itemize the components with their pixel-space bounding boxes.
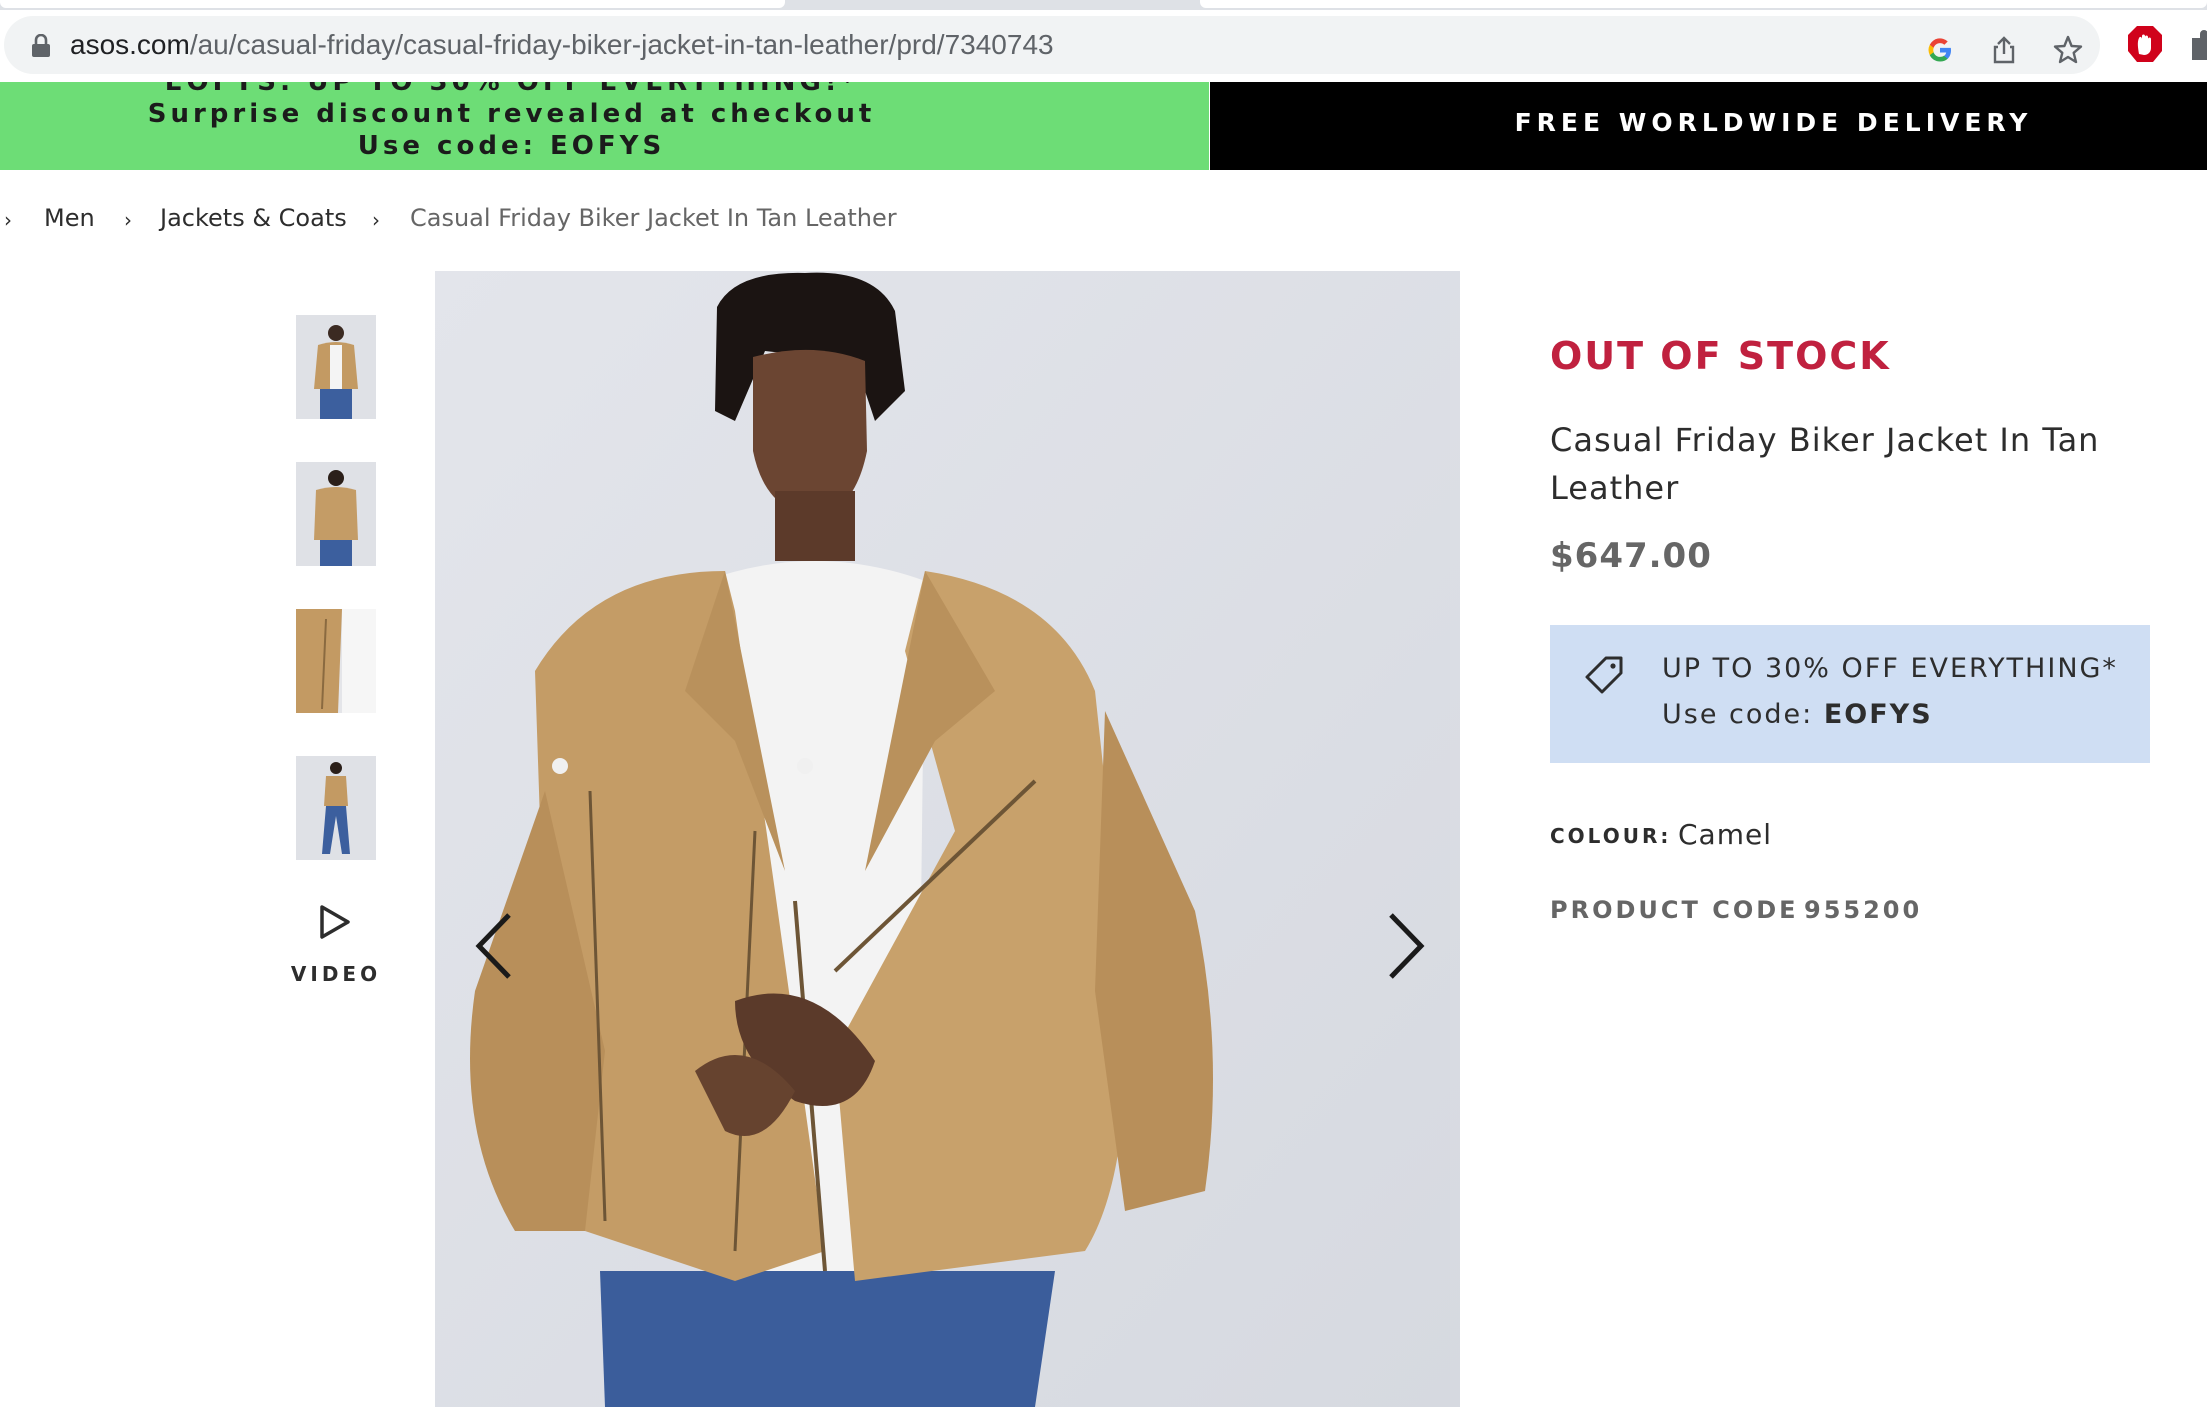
stock-status: OUT OF STOCK [1550,334,1891,378]
product-price: $647.00 [1550,536,1712,576]
promo-line-1: EOFYS: UP TO 30% OFF EVERYTHING!* [164,82,859,97]
breadcrumb-jackets-coats[interactable]: Jackets & Coats [160,204,347,232]
colour-label: COLOUR: [1550,824,1672,848]
previous-image-icon[interactable] [471,911,515,981]
address-bar[interactable]: asos.com/au/casual-friday/casual-friday-… [4,16,2100,74]
colour-value: Camel [1678,818,1772,851]
product-photo [435,271,1460,1407]
play-icon[interactable] [318,904,352,940]
bookmark-star-icon[interactable] [2052,34,2084,66]
promo-line-2: Surprise discount revealed at checkout [147,99,876,129]
video-label[interactable]: VIDEO [280,962,392,986]
thumbnail-detail[interactable] [296,609,376,713]
lock-icon[interactable] [30,34,52,58]
url-text[interactable]: asos.com/au/casual-friday/casual-friday-… [70,29,1054,61]
browser-tab-strip [0,0,2207,10]
promo-message-line-1: UP TO 30% OFF EVERYTHING* [1662,653,2118,684]
product-code-value: 955200 [1804,896,1923,924]
browser-tab[interactable] [1200,0,2207,8]
promo-message-line-2: Use code: EOFYS [1662,699,1933,730]
thumbnail-front[interactable] [296,315,376,419]
browser-tab[interactable] [0,0,785,8]
browser-toolbar: asos.com/au/casual-friday/casual-friday-… [0,10,2207,82]
next-image-icon[interactable] [1385,911,1429,981]
breadcrumb-separator: › [4,208,12,232]
thumbnail-back[interactable] [296,462,376,566]
google-lens-icon[interactable] [1924,34,1956,66]
breadcrumb-separator: › [124,208,132,232]
adblock-extension-icon[interactable] [2126,24,2164,64]
url-path: /au/casual-friday/casual-friday-biker-ja… [189,29,1054,60]
promo-code: EOFYS [1823,699,1933,730]
product-title: Casual Friday Biker Jacket In Tan Leathe… [1550,421,2100,507]
free-delivery-text: FREE WORLDWIDE DELIVERY [1514,108,2033,137]
promo-banner-right[interactable]: FREE WORLDWIDE DELIVERY [1210,82,2207,170]
tag-icon [1585,656,1623,694]
promo-banner-left[interactable]: EOFYS: UP TO 30% OFF EVERYTHING!* Surpri… [0,82,1209,170]
promo-line-3: Use code: EOFYS [357,131,666,161]
share-icon[interactable] [1988,34,2020,66]
breadcrumb-separator: › [372,208,380,232]
product-code-label: PRODUCT CODE [1550,896,1799,924]
promo-message-box: UP TO 30% OFF EVERYTHING* Use code: EOFY… [1550,625,2150,763]
promo-code-prefix: Use code: [1662,699,1824,730]
url-host: asos.com [70,29,190,60]
breadcrumb-men[interactable]: Men [44,204,95,232]
breadcrumb: › Men › Jackets & Coats › Casual Friday … [0,204,900,240]
extensions-puzzle-icon[interactable] [2188,24,2207,64]
main-product-image[interactable] [435,271,1460,1407]
breadcrumb-current: Casual Friday Biker Jacket In Tan Leathe… [410,204,897,232]
thumbnail-full-length[interactable] [296,756,376,860]
